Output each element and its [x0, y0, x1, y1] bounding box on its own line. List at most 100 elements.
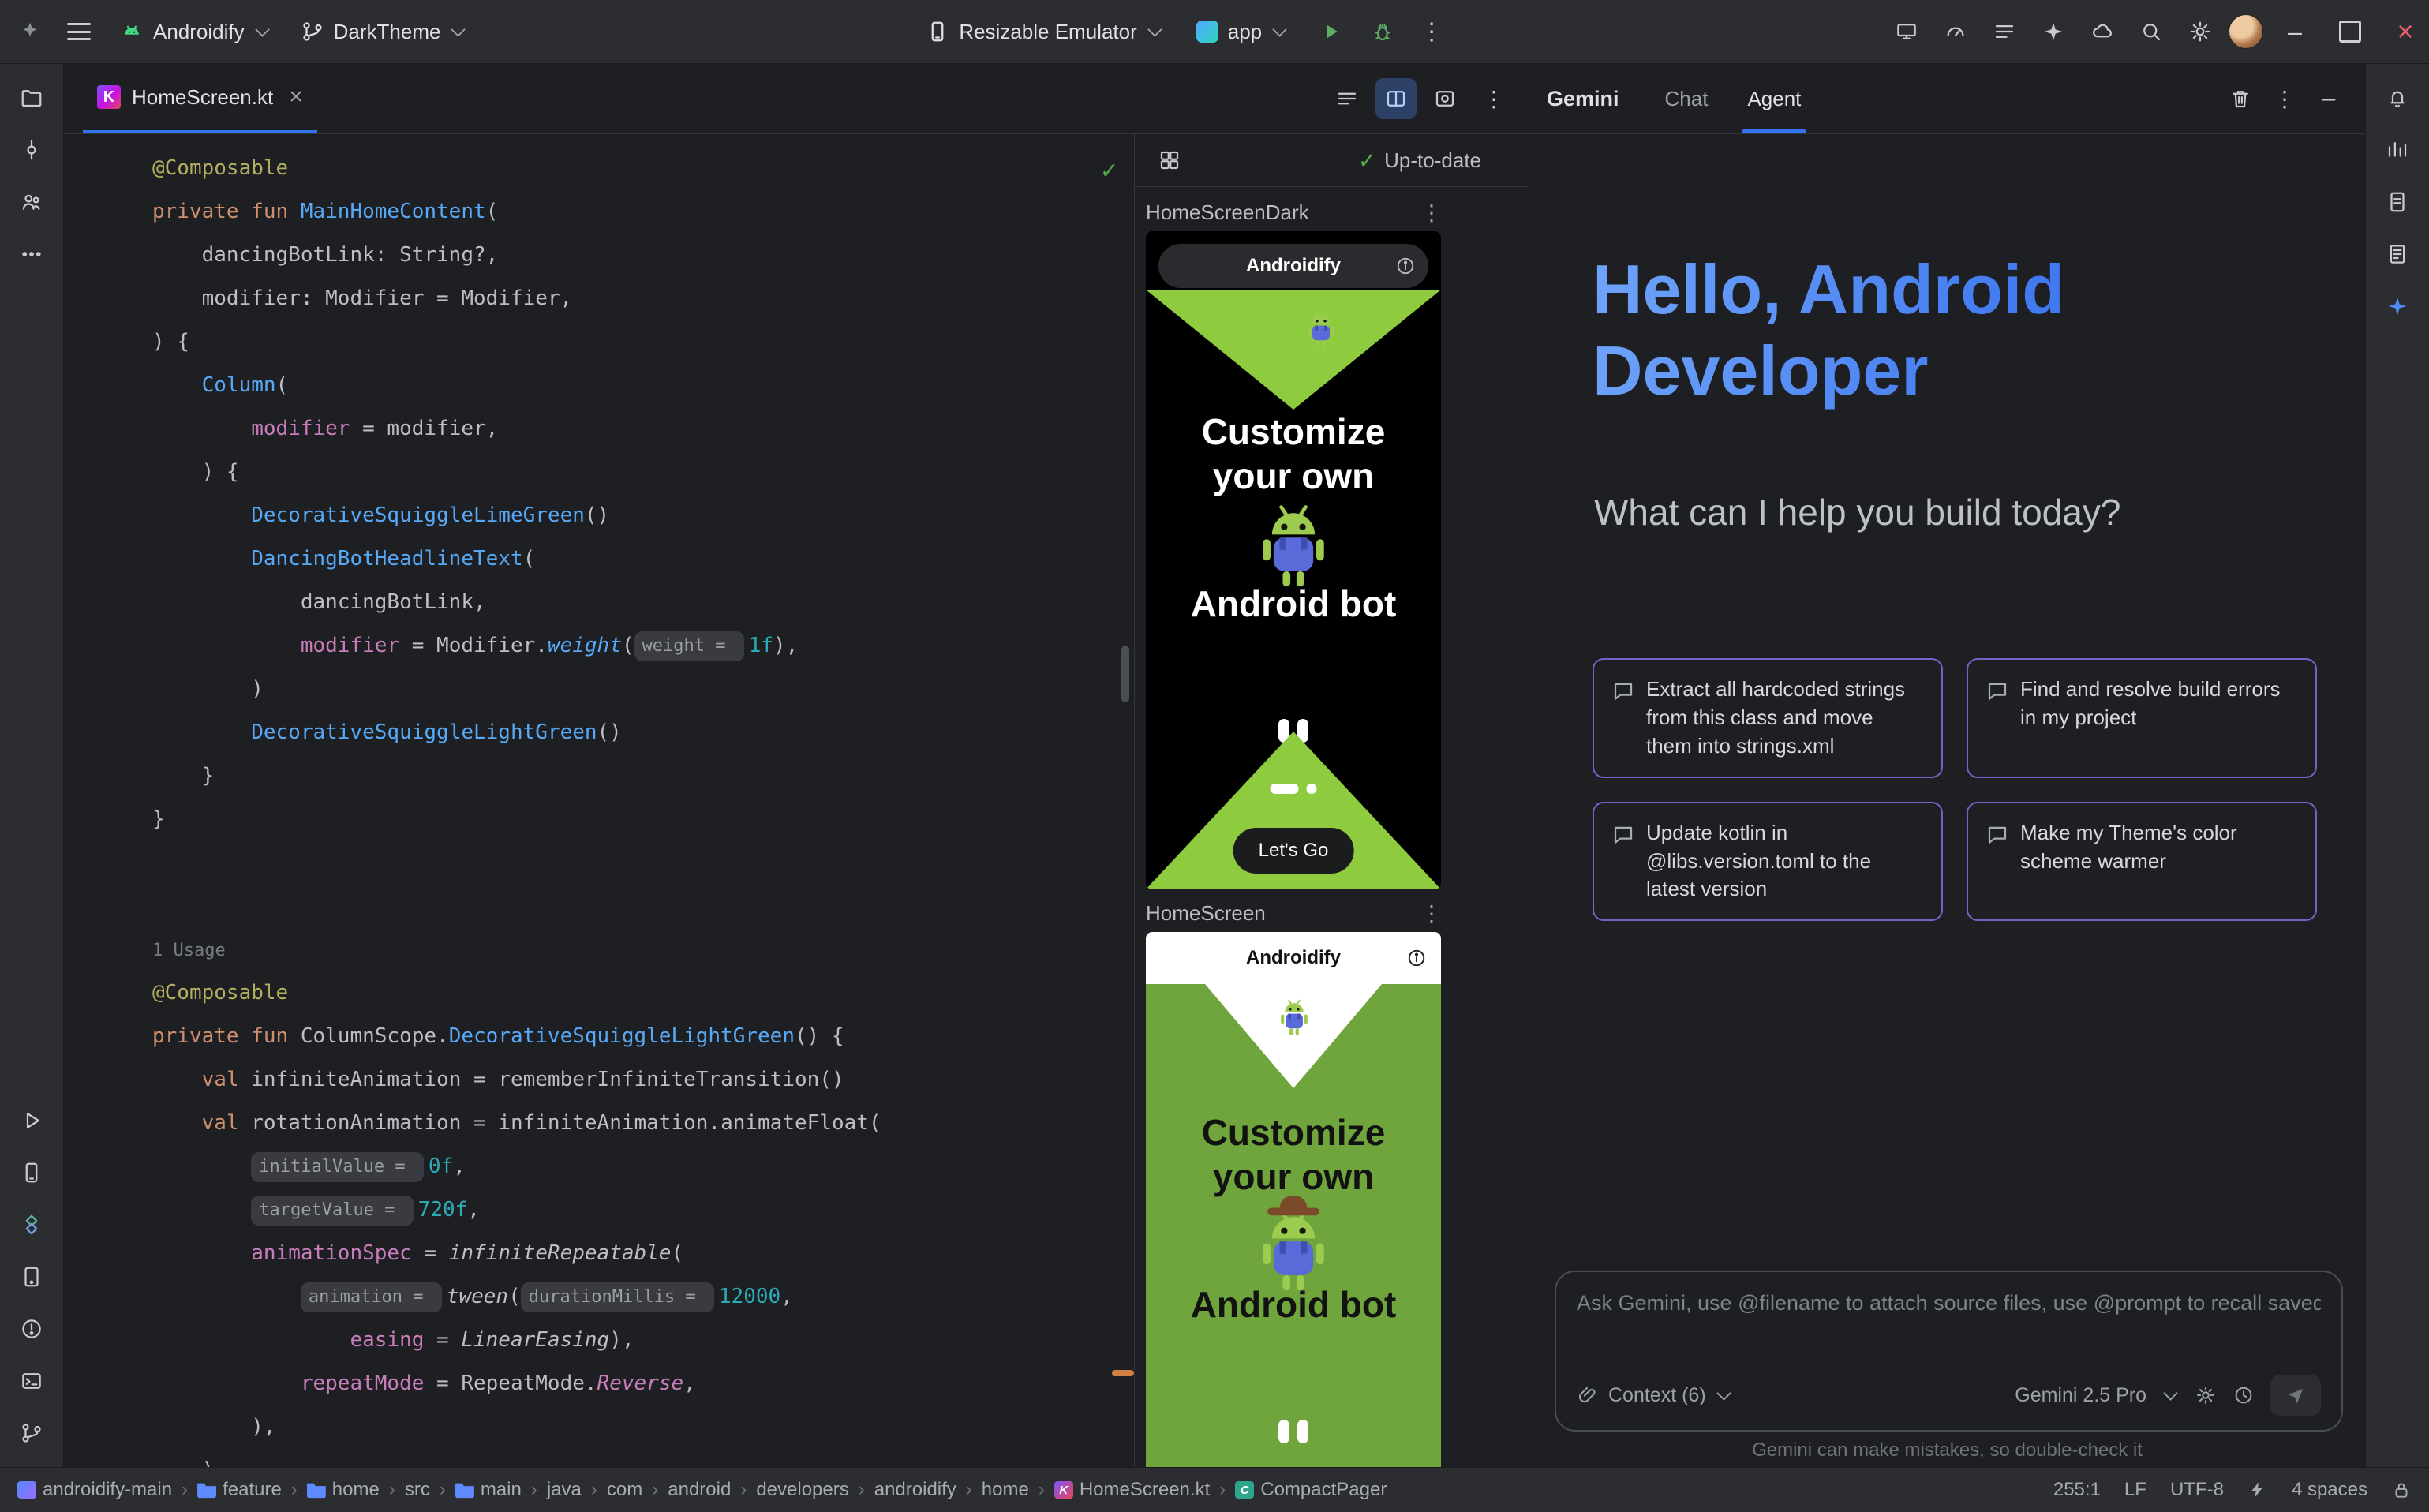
- code-line[interactable]: val rotationAnimation = infiniteAnimatio…: [152, 1102, 1134, 1145]
- tab-agent[interactable]: Agent: [1739, 64, 1809, 133]
- build-variants-tool-button[interactable]: [9, 1203, 54, 1246]
- code-editor[interactable]: @Composableprivate fun MainHomeContent( …: [64, 134, 1134, 1467]
- running-devices-button[interactable]: [1886, 11, 1927, 52]
- main-menu-button[interactable]: [57, 9, 101, 54]
- gemini-options-button[interactable]: ⋮: [2266, 80, 2304, 118]
- breadcrumb-item[interactable]: java: [547, 1479, 582, 1501]
- clear-chat-button[interactable]: [2221, 80, 2259, 118]
- settings-button[interactable]: [2180, 11, 2221, 52]
- code-line[interactable]: }: [152, 754, 1134, 798]
- code-line[interactable]: ): [152, 668, 1134, 711]
- code-line[interactable]: val infiniteAnimation = rememberInfinite…: [152, 1058, 1134, 1102]
- code-line[interactable]: ) {: [152, 320, 1134, 364]
- code-line[interactable]: targetValue = 720f,: [152, 1188, 1134, 1232]
- preview-options-icon[interactable]: ⋮: [1420, 900, 1443, 926]
- suggestion-card[interactable]: Extract all hardcoded strings from this …: [1593, 658, 1943, 778]
- device-manager-tool-button[interactable]: [9, 1151, 54, 1194]
- editor-scrollbar[interactable]: [1121, 646, 1129, 702]
- code-line[interactable]: DecorativeSquiggleLimeGreen(): [152, 494, 1134, 537]
- breadcrumb-item[interactable]: CCompactPager: [1235, 1479, 1387, 1501]
- code-view-button[interactable]: [1327, 78, 1368, 119]
- more-actions-button[interactable]: ⋮: [1414, 11, 1449, 52]
- code-line[interactable]: modifier = Modifier.weight(weight = 1f),: [152, 624, 1134, 668]
- code-line[interactable]: modifier = modifier,: [152, 407, 1134, 451]
- commit-tool-button[interactable]: [9, 129, 54, 171]
- code-line[interactable]: @Composable: [152, 147, 1134, 190]
- code-line[interactable]: 1 Usage: [152, 928, 1134, 971]
- project-tool-button[interactable]: [9, 77, 54, 119]
- tab-homescreen-kt[interactable]: K HomeScreen.kt ×: [83, 65, 317, 133]
- code-line[interactable]: animationSpec = infiniteRepeatable(: [152, 1232, 1134, 1275]
- run-configuration-selector[interactable]: app: [1185, 9, 1299, 54]
- indent-setting[interactable]: 4 spaces: [2292, 1479, 2367, 1501]
- code-line[interactable]: easing = LinearEasing),: [152, 1319, 1134, 1362]
- lets-go-button[interactable]: Let's Go: [1233, 828, 1354, 874]
- gemini-toolbar-button[interactable]: [2033, 11, 2074, 52]
- code-line[interactable]: ),: [152, 1405, 1134, 1449]
- preview-homescreen[interactable]: Androidify Customize your own Android bo…: [1146, 932, 1441, 1467]
- tab-chat[interactable]: Chat: [1657, 64, 1716, 133]
- vcs-branch-selector[interactable]: DarkTheme: [290, 9, 478, 54]
- code-line[interactable]: repeatMode = RepeatMode.Reverse,: [152, 1362, 1134, 1405]
- preview-scroll-area[interactable]: HomeScreenDark ⋮ Androidify: [1135, 187, 1529, 1467]
- hide-panel-button[interactable]: –: [2310, 80, 2348, 118]
- file-encoding[interactable]: UTF-8: [2170, 1479, 2224, 1501]
- run-tool-button[interactable]: [9, 1099, 54, 1142]
- run-button[interactable]: [1310, 11, 1351, 52]
- code-line[interactable]: DecorativeSquiggleLightGreen(): [152, 711, 1134, 754]
- breadcrumb-item[interactable]: KHomeScreen.kt: [1054, 1479, 1210, 1501]
- profiler-button[interactable]: [1935, 11, 1976, 52]
- device-explorer-tool-button[interactable]: [2375, 181, 2420, 223]
- logcat-button[interactable]: [1984, 11, 2025, 52]
- caret-position[interactable]: 255:1: [2053, 1479, 2101, 1501]
- code-line[interactable]: @Composable: [152, 971, 1134, 1015]
- code-line[interactable]: ) {: [152, 451, 1134, 494]
- project-selector[interactable]: Androidify: [109, 9, 282, 54]
- breadcrumb-item[interactable]: developers: [756, 1479, 848, 1501]
- code-line[interactable]: modifier: Modifier = Modifier,: [152, 277, 1134, 320]
- preview-options-icon[interactable]: ⋮: [1420, 200, 1443, 226]
- code-line[interactable]: [152, 885, 1134, 928]
- debug-button[interactable]: [1362, 11, 1403, 52]
- code-line[interactable]: }: [152, 798, 1134, 841]
- breadcrumb-item[interactable]: main: [455, 1479, 522, 1501]
- user-avatar[interactable]: [2229, 14, 2263, 49]
- code-line[interactable]: dancingBotLink,: [152, 581, 1134, 624]
- context-label[interactable]: Context (6): [1608, 1384, 1706, 1407]
- design-view-button[interactable]: [1424, 78, 1465, 119]
- breadcrumb-item[interactable]: src: [405, 1479, 430, 1501]
- preview-homescreendark[interactable]: Androidify Customize your own Android bo…: [1146, 231, 1441, 889]
- window-minimize-button[interactable]: –: [2271, 0, 2319, 63]
- suggestion-card[interactable]: Find and resolve build errors in my proj…: [1967, 658, 2317, 778]
- readonly-lock-icon[interactable]: [2391, 1480, 2412, 1500]
- window-close-button[interactable]: ×: [2382, 0, 2429, 63]
- problems-tool-button[interactable]: [9, 1308, 54, 1350]
- profiler-tool-button[interactable]: [2375, 129, 2420, 171]
- code-line[interactable]: animation = tween(durationMillis = 12000…: [152, 1275, 1134, 1319]
- code-line[interactable]: [152, 841, 1134, 885]
- breadcrumb-item[interactable]: com: [607, 1479, 642, 1501]
- attach-context-icon[interactable]: [1577, 1384, 1599, 1406]
- emulator-tool-button[interactable]: [9, 1256, 54, 1298]
- search-everywhere-button[interactable]: [2131, 11, 2172, 52]
- gemini-tool-button[interactable]: [2375, 285, 2420, 327]
- line-separator[interactable]: LF: [2124, 1479, 2146, 1501]
- tab-close-icon[interactable]: ×: [289, 84, 303, 110]
- suggestion-card[interactable]: Make my Theme's color scheme warmer: [1967, 802, 2317, 922]
- code-line[interactable]: dancingBotLink: String?,: [152, 234, 1134, 277]
- prompt-settings-icon[interactable]: [2195, 1384, 2217, 1406]
- code-line[interactable]: private fun MainHomeContent(: [152, 190, 1134, 234]
- window-maximize-button[interactable]: [2326, 0, 2374, 63]
- code-line[interactable]: initialValue = 0f,: [152, 1145, 1134, 1188]
- breadcrumb-item[interactable]: androidify: [874, 1479, 956, 1501]
- notifications-button[interactable]: [2375, 77, 2420, 119]
- code-line[interactable]: private fun ColumnScope.DecorativeSquigg…: [152, 1015, 1134, 1058]
- version-control-tool-button[interactable]: [9, 1412, 54, 1454]
- code-line[interactable]: ): [152, 1449, 1134, 1467]
- device-streaming-button[interactable]: [2082, 11, 2123, 52]
- more-tool-windows-button[interactable]: [9, 233, 54, 275]
- device-selector[interactable]: Resizable Emulator: [915, 9, 1173, 54]
- app-insights-tool-button[interactable]: [2375, 233, 2420, 275]
- model-selector[interactable]: Gemini 2.5 Pro: [2015, 1384, 2146, 1407]
- code-line[interactable]: DancingBotHeadlineText(: [152, 537, 1134, 581]
